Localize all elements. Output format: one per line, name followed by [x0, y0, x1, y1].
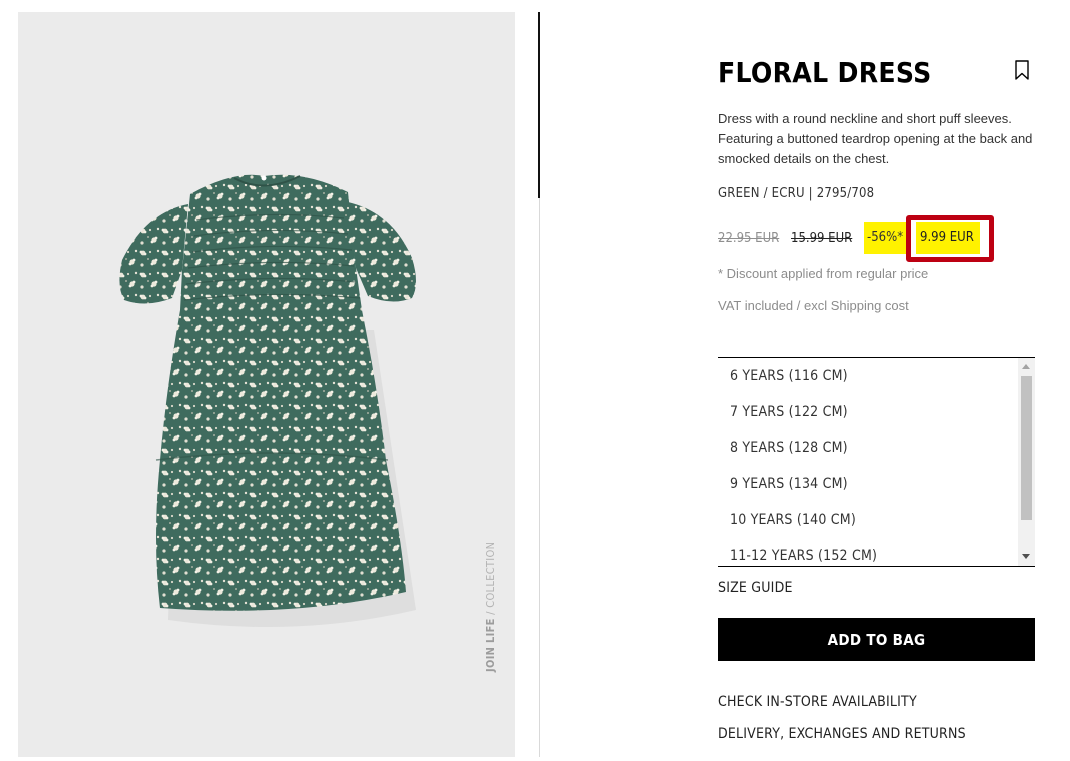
scroll-down-arrow-icon[interactable]: [1022, 554, 1030, 559]
discount-note: * Discount applied from regular price: [718, 266, 929, 281]
bookmark-icon[interactable]: [1014, 60, 1030, 80]
annotation-highlight-box: [906, 215, 994, 262]
size-option[interactable]: 7 YEARS (122 CM): [730, 404, 848, 420]
size-option[interactable]: 11-12 YEARS (152 CM): [730, 548, 877, 564]
size-option[interactable]: 6 YEARS (116 CM): [730, 368, 848, 384]
delivery-returns-link[interactable]: DELIVERY, EXCHANGES AND RETURNS: [718, 726, 966, 742]
product-description: Dress with a round neckline and short pu…: [718, 111, 1033, 166]
add-to-bag-button[interactable]: ADD TO BAG: [718, 618, 1035, 661]
size-option[interactable]: 10 YEARS (140 CM): [730, 512, 856, 528]
size-option[interactable]: 8 YEARS (128 CM): [730, 440, 848, 456]
previous-price: 15.99 EUR: [791, 231, 853, 246]
product-title: FLORAL DRESS: [718, 56, 932, 89]
size-list-scrollbar[interactable]: [1018, 358, 1035, 566]
floral-dress-image: [119, 174, 416, 628]
product-image-panel[interactable]: JOIN LIFE / COLLECTION: [18, 12, 515, 757]
size-option[interactable]: 9 YEARS (134 CM): [730, 476, 848, 492]
join-life-collection-tag: JOIN LIFE / COLLECTION: [484, 541, 497, 672]
image-scroll-thumb[interactable]: [538, 12, 540, 198]
color-and-reference: GREEN / ECRU | 2795/708: [718, 186, 875, 201]
original-price: 22.95 EUR: [718, 231, 780, 246]
size-guide-link[interactable]: SIZE GUIDE: [718, 580, 793, 596]
vat-note: VAT included / excl Shipping cost: [718, 298, 909, 313]
scroll-up-arrow-icon[interactable]: [1022, 364, 1030, 369]
size-list-scroll-thumb[interactable]: [1021, 376, 1032, 520]
size-selector-list[interactable]: 6 YEARS (116 CM) 7 YEARS (122 CM) 8 YEAR…: [718, 357, 1035, 567]
check-in-store-link[interactable]: CHECK IN-STORE AVAILABILITY: [718, 694, 917, 710]
discount-badge: -56%*: [864, 222, 909, 254]
